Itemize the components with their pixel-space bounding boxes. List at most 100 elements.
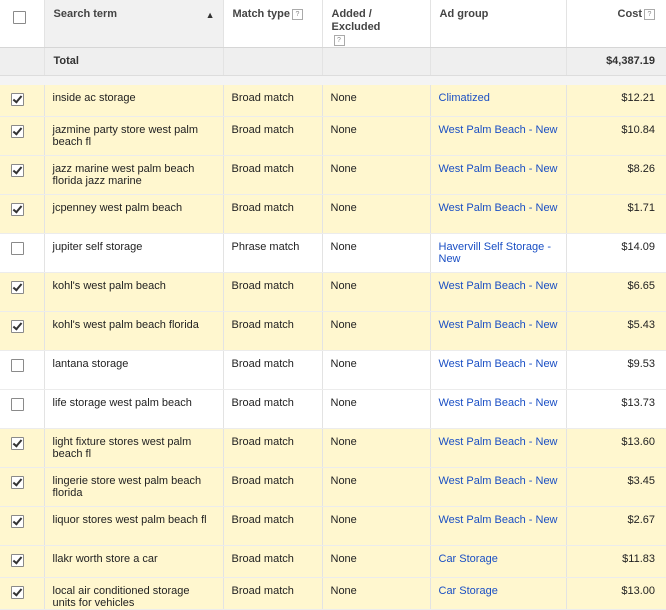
- row-checkbox[interactable]: [11, 93, 24, 106]
- cost-header-label: Cost: [618, 8, 642, 20]
- column-header-search-term[interactable]: Search term ▲: [44, 0, 223, 48]
- ad-group-link[interactable]: Climatized: [439, 92, 490, 104]
- column-header-cost[interactable]: Cost?: [566, 0, 666, 48]
- search-term: jcpenney west palm beach: [45, 195, 223, 233]
- ad-group-link[interactable]: West Palm Beach - New: [439, 358, 558, 370]
- ad-group-link[interactable]: Havervill Self Storage - New: [439, 241, 552, 265]
- divider: [0, 76, 666, 86]
- ad-group-link[interactable]: West Palm Beach - New: [439, 202, 558, 214]
- match-type: Broad match: [224, 468, 322, 506]
- select-all-checkbox[interactable]: [13, 11, 26, 24]
- added-excluded: None: [323, 234, 430, 272]
- search-term: life storage west palm beach: [45, 390, 223, 428]
- match-type: Broad match: [224, 390, 322, 428]
- column-header-added-excluded[interactable]: Added / Excluded?: [322, 0, 430, 48]
- added-excluded: None: [323, 578, 430, 609]
- match-type: Broad match: [224, 195, 322, 233]
- search-term: lantana storage: [45, 351, 223, 389]
- row-checkbox[interactable]: [11, 281, 24, 294]
- search-term: llakr worth store a car: [45, 546, 223, 577]
- added-excluded: None: [323, 429, 430, 467]
- table-row: local air conditioned storage units for …: [0, 578, 666, 610]
- added-excluded: None: [323, 117, 430, 155]
- row-checkbox[interactable]: [11, 320, 24, 333]
- row-checkbox[interactable]: [11, 398, 24, 411]
- search-term: light fixture stores west palm beach fl: [45, 429, 223, 467]
- added-excluded-header-label: Added / Excluded: [332, 8, 381, 33]
- row-checkbox[interactable]: [11, 164, 24, 177]
- cost-value: $12.21: [567, 85, 666, 116]
- ad-group-link[interactable]: Car Storage: [439, 585, 498, 597]
- added-excluded: None: [323, 507, 430, 545]
- table-row: liquor stores west palm beach flBroad ma…: [0, 507, 666, 546]
- table-row: lingerie store west palm beach floridaBr…: [0, 468, 666, 507]
- added-excluded: None: [323, 351, 430, 389]
- match-type-header-label: Match type: [233, 8, 290, 20]
- match-type: Broad match: [224, 546, 322, 577]
- cost-value: $13.60: [567, 429, 666, 467]
- row-checkbox[interactable]: [11, 554, 24, 567]
- sort-ascending-icon: ▲: [206, 9, 215, 22]
- row-checkbox[interactable]: [11, 437, 24, 450]
- search-term: kohl's west palm beach florida: [45, 312, 223, 350]
- added-excluded: None: [323, 468, 430, 506]
- table-row: inside ac storageBroad matchNone Climatiz…: [0, 85, 666, 117]
- ad-group-link[interactable]: West Palm Beach - New: [439, 436, 558, 448]
- column-header-ad-group[interactable]: Ad group: [430, 0, 566, 48]
- cost-value: $2.67: [567, 507, 666, 545]
- table-row: kohl's west palm beachBroad matchNone Wes…: [0, 273, 666, 312]
- ad-group-link[interactable]: West Palm Beach - New: [439, 514, 558, 526]
- ad-group-link[interactable]: West Palm Beach - New: [439, 319, 558, 331]
- added-excluded: None: [323, 273, 430, 311]
- table-row: jazz marine west palm beach florida jazz…: [0, 156, 666, 195]
- row-checkbox[interactable]: [11, 125, 24, 138]
- match-type: Broad match: [224, 273, 322, 311]
- search-term-header-label: Search term: [54, 8, 118, 20]
- cost-value: $9.53: [567, 351, 666, 389]
- ad-group-header-label: Ad group: [440, 8, 489, 20]
- ad-group-link[interactable]: West Palm Beach - New: [439, 280, 558, 292]
- cost-value: $14.09: [567, 234, 666, 272]
- match-type: Broad match: [224, 156, 322, 194]
- row-checkbox[interactable]: [11, 359, 24, 372]
- column-header-match-type[interactable]: Match type?: [223, 0, 322, 48]
- match-type: Phrase match: [224, 234, 322, 272]
- ad-group-link[interactable]: West Palm Beach - New: [439, 397, 558, 409]
- match-type: Broad match: [224, 351, 322, 389]
- row-checkbox[interactable]: [11, 203, 24, 216]
- row-checkbox[interactable]: [11, 242, 24, 255]
- search-term: inside ac storage: [45, 85, 223, 116]
- added-excluded: None: [323, 85, 430, 116]
- help-icon[interactable]: ?: [644, 9, 655, 20]
- ad-group-link[interactable]: West Palm Beach - New: [439, 475, 558, 487]
- cost-value: $10.84: [567, 117, 666, 155]
- help-icon[interactable]: ?: [334, 35, 345, 46]
- added-excluded: None: [323, 156, 430, 194]
- table-row: lantana storageBroad matchNone West Palm …: [0, 351, 666, 390]
- ad-group-link[interactable]: Car Storage: [439, 553, 498, 565]
- row-checkbox[interactable]: [11, 515, 24, 528]
- cost-value: $3.45: [567, 468, 666, 506]
- row-checkbox[interactable]: [11, 586, 24, 599]
- cost-value: $13.73: [567, 390, 666, 428]
- row-checkbox[interactable]: [11, 476, 24, 489]
- table-row: jazmine party store west palm beach flBr…: [0, 117, 666, 156]
- cost-value: $1.71: [567, 195, 666, 233]
- match-type: Broad match: [224, 312, 322, 350]
- search-term: liquor stores west palm beach fl: [45, 507, 223, 545]
- cost-value: $8.26: [567, 156, 666, 194]
- ad-group-link[interactable]: West Palm Beach - New: [439, 124, 558, 136]
- search-term: kohl's west palm beach: [45, 273, 223, 311]
- match-type: Broad match: [224, 85, 322, 116]
- table-row: jupiter self storagePhrase matchNoneHave…: [0, 234, 666, 273]
- table-row: kohl's west palm beach floridaBroad matc…: [0, 312, 666, 351]
- match-type: Broad match: [224, 429, 322, 467]
- cost-value: $5.43: [567, 312, 666, 350]
- search-terms-table: Search term ▲ Match type? Added / Exclude…: [0, 0, 666, 610]
- ad-group-link[interactable]: West Palm Beach - New: [439, 163, 558, 175]
- help-icon[interactable]: ?: [292, 9, 303, 20]
- match-type: Broad match: [224, 117, 322, 155]
- match-type: Broad match: [224, 507, 322, 545]
- added-excluded: None: [323, 546, 430, 577]
- table-row: light fixture stores west palm beach flB…: [0, 429, 666, 468]
